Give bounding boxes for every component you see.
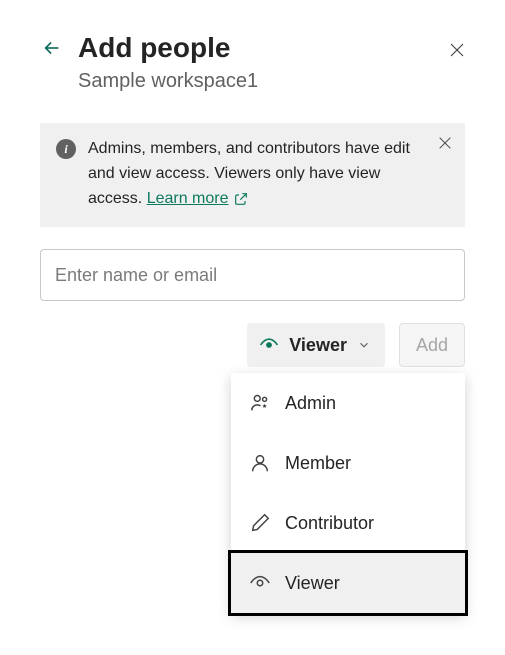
- close-panel-button[interactable]: [445, 38, 469, 62]
- info-banner: i Admins, members, and contributors have…: [40, 123, 465, 227]
- arrow-left-icon: [41, 37, 63, 59]
- member-icon: [249, 452, 271, 474]
- role-option-viewer[interactable]: Viewer: [231, 553, 465, 613]
- workspace-subtitle: Sample workspace1: [78, 70, 465, 93]
- role-dropdown: Admin Member Contributor Viewer: [231, 373, 465, 613]
- viewer-icon: [259, 335, 279, 355]
- close-icon: [437, 135, 453, 151]
- back-button[interactable]: [40, 36, 64, 60]
- contributor-icon: [249, 512, 271, 534]
- info-icon: i: [56, 139, 76, 159]
- close-icon: [448, 41, 466, 59]
- role-option-member[interactable]: Member: [231, 433, 465, 493]
- external-link-icon: [233, 191, 249, 207]
- add-button[interactable]: Add: [399, 323, 465, 367]
- dismiss-banner-button[interactable]: [437, 135, 453, 151]
- chevron-down-icon: [357, 338, 371, 352]
- people-input[interactable]: [40, 249, 465, 301]
- info-text: Admins, members, and contributors have e…: [88, 137, 449, 211]
- page-title: Add people: [78, 32, 230, 64]
- role-option-contributor[interactable]: Contributor: [231, 493, 465, 553]
- viewer-icon: [249, 572, 271, 594]
- learn-more-link[interactable]: Learn more: [147, 187, 249, 212]
- role-dropdown-trigger[interactable]: Viewer: [247, 323, 385, 367]
- role-option-admin[interactable]: Admin: [231, 373, 465, 433]
- admin-icon: [249, 392, 271, 414]
